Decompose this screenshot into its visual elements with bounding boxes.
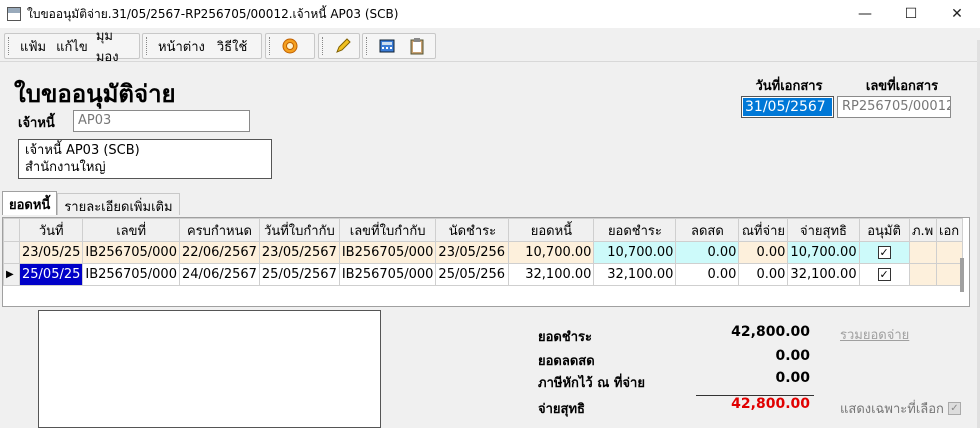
menu-file[interactable]: แฟ้ม xyxy=(14,36,52,57)
cell-due[interactable]: 24/06/2567 xyxy=(178,263,260,286)
creditor-label: เจ้าหนี้ xyxy=(18,116,55,131)
doc-no-field[interactable]: RP256705/00012 xyxy=(837,96,951,118)
window-title: ใบขออนุมัติจ่าย.31/05/2567-RP256705/0001… xyxy=(27,6,399,21)
toolbar-group-1 xyxy=(265,33,315,59)
doc-date-value: 31/05/2567 xyxy=(743,98,832,116)
cell-disc[interactable]: 0.00 xyxy=(675,241,740,264)
grid-header-row: วันที่ เลขที่ ครบกำหนด วันที่ใบกำกับ เลข… xyxy=(3,218,963,242)
col-inv-date[interactable]: วันที่ใบกำกับ xyxy=(258,218,340,242)
creditor-memo-line1: เจ้าหนี้ AP03 (SCB) xyxy=(25,143,140,158)
cell-inv-no[interactable]: IB256705/000 xyxy=(338,241,437,264)
row-indicator-header xyxy=(3,218,20,242)
sum-disc-value: 0.00 xyxy=(775,348,810,364)
approved-checkbox[interactable]: ✓ xyxy=(877,246,891,259)
notes-box[interactable] xyxy=(38,310,381,428)
toolbar-group-3 xyxy=(362,33,436,59)
cell-net[interactable]: 10,700.00 xyxy=(787,241,860,264)
menu-bar: แฟ้ม แก้ไข มุมมอง หน้าต่าง วิธีใช้ xyxy=(0,29,980,65)
col-approved[interactable]: อนุมัติ xyxy=(858,218,910,242)
cell-inv-no[interactable]: IB256705/000 xyxy=(338,263,437,286)
debt-grid: วันที่ เลขที่ ครบกำหนด วันที่ใบกำกับ เลข… xyxy=(2,217,970,307)
cell-pay-date[interactable]: 23/05/256 xyxy=(435,241,510,264)
cell-wht[interactable]: 0.00 xyxy=(738,263,789,286)
col-net[interactable]: จ่ายสุทธิ xyxy=(787,218,860,242)
cell-approved[interactable]: ✓ xyxy=(858,241,910,264)
form-title: ใบขออนุมัติจ่าย xyxy=(14,80,176,108)
cell-net[interactable]: 32,100.00 xyxy=(787,263,860,286)
cell-inv-date[interactable]: 23/05/2567 xyxy=(258,241,340,264)
maximize-button[interactable]: ☐ xyxy=(888,0,934,28)
col-disc[interactable]: ลดสด xyxy=(675,218,740,242)
cell-debt[interactable]: 10,700.00 xyxy=(508,241,595,264)
cell-disc[interactable]: 0.00 xyxy=(675,263,740,286)
col-doc[interactable]: เอก xyxy=(935,218,963,242)
clipboard-icon[interactable] xyxy=(406,35,428,57)
menu-view[interactable]: มุมมอง xyxy=(92,25,139,67)
cell-pay[interactable]: 32,100.00 xyxy=(593,263,677,286)
refresh-icon[interactable] xyxy=(279,35,301,57)
creditor-code-field[interactable]: AP03 xyxy=(73,110,250,132)
cell-due[interactable]: 22/06/2567 xyxy=(178,241,260,264)
cell-no[interactable]: IB256705/000 xyxy=(82,241,180,264)
creditor-memo-line2: สำนักงานใหญ่ xyxy=(25,160,106,175)
col-wht[interactable]: ณที่จ่าย xyxy=(738,218,789,242)
menu-group-window: หน้าต่าง วิธีใช้ xyxy=(142,33,262,59)
cell-wht[interactable]: 0.00 xyxy=(738,241,789,264)
col-debt[interactable]: ยอดหนี้ xyxy=(508,218,595,242)
cell-pay-date[interactable]: 25/05/256 xyxy=(435,263,510,286)
col-date[interactable]: วันที่ xyxy=(18,218,84,242)
close-button[interactable]: ✕ xyxy=(934,0,980,28)
col-inv-no[interactable]: เลขที่ใบกำกับ xyxy=(338,218,437,242)
col-pay-date[interactable]: นัดชำระ xyxy=(435,218,510,242)
cell-vat[interactable] xyxy=(908,241,937,264)
col-vat[interactable]: ภ.พ xyxy=(908,218,937,242)
toolbar-group-2 xyxy=(318,33,360,59)
title-bar: ใบขออนุมัติจ่าย.31/05/2567-RP256705/0001… xyxy=(0,0,980,28)
table-row[interactable]: ▶ 25/05/25 IB256705/000 24/06/2567 25/05… xyxy=(3,263,963,286)
sum-net-value: 42,800.00 xyxy=(731,396,810,412)
menu-edit[interactable]: แก้ไข xyxy=(52,36,92,57)
show-selected-label: แสดงเฉพาะที่เลือก xyxy=(840,402,944,417)
show-selected-checkbox[interactable]: ✓ xyxy=(947,402,961,415)
tab-strip: ยอดหนี้ รายละเอียดเพิ่มเติม xyxy=(2,191,180,215)
cell-debt[interactable]: 32,100.00 xyxy=(508,263,595,286)
col-due[interactable]: ครบกำหนด xyxy=(178,218,260,242)
minimize-button[interactable]: — xyxy=(842,0,888,28)
cell-no[interactable]: IB256705/000 xyxy=(82,263,180,286)
app-icon xyxy=(7,7,21,21)
cell-approved[interactable]: ✓ xyxy=(858,263,910,286)
sum-disc-label: ยอดลดสด xyxy=(538,354,595,369)
doc-no-label: เลขที่เอกสาร xyxy=(865,79,939,94)
row-indicator xyxy=(3,241,20,264)
sum-wht-value: 0.00 xyxy=(775,370,810,386)
col-pay[interactable]: ยอดชำระ xyxy=(593,218,677,242)
menu-group-main: แฟ้ม แก้ไข มุมมอง xyxy=(4,29,140,65)
total-pay-link[interactable]: รวมยอดจ่าย xyxy=(840,324,909,345)
sum-pay-label: ยอดชำระ xyxy=(538,330,592,345)
sum-net-label: จ่ายสุทธิ xyxy=(538,402,585,417)
cell-inv-date[interactable]: 25/05/2567 xyxy=(258,263,340,286)
menu-help[interactable]: วิธีใช้ xyxy=(211,36,253,57)
table-row[interactable]: 23/05/25 IB256705/000 22/06/2567 23/05/2… xyxy=(3,241,963,264)
cell-date[interactable]: 25/05/25 xyxy=(18,263,84,286)
cell-vat[interactable] xyxy=(908,263,937,286)
tab-more-details[interactable]: รายละเอียดเพิ่มเติม xyxy=(57,193,180,215)
scrollbar-thumb[interactable] xyxy=(960,258,964,292)
creditor-memo[interactable]: เจ้าหนี้ AP03 (SCB) สำนักงานใหญ่ xyxy=(18,139,272,179)
menu-window[interactable]: หน้าต่าง xyxy=(152,36,211,57)
pen-icon[interactable] xyxy=(332,35,354,57)
sum-pay-value: 42,800.00 xyxy=(731,324,810,340)
col-no[interactable]: เลขที่ xyxy=(82,218,180,242)
sum-wht-label: ภาษีหักไว้ ณ ที่จ่าย xyxy=(538,376,645,391)
doc-date-label: วันที่เอกสาร xyxy=(755,79,823,94)
grid-scrollbar[interactable] xyxy=(958,240,966,300)
row-indicator-arrow: ▶ xyxy=(3,263,20,286)
tab-debt[interactable]: ยอดหนี้ xyxy=(2,191,58,215)
cell-pay[interactable]: 10,700.00 xyxy=(593,241,677,264)
calculator-icon[interactable] xyxy=(376,35,398,57)
doc-date-field[interactable]: 31/05/2567 xyxy=(741,96,834,118)
approved-checkbox[interactable]: ✓ xyxy=(877,268,891,281)
cell-date[interactable]: 23/05/25 xyxy=(18,241,84,264)
show-selected-toggle[interactable]: แสดงเฉพาะที่เลือก ✓ xyxy=(840,398,961,419)
